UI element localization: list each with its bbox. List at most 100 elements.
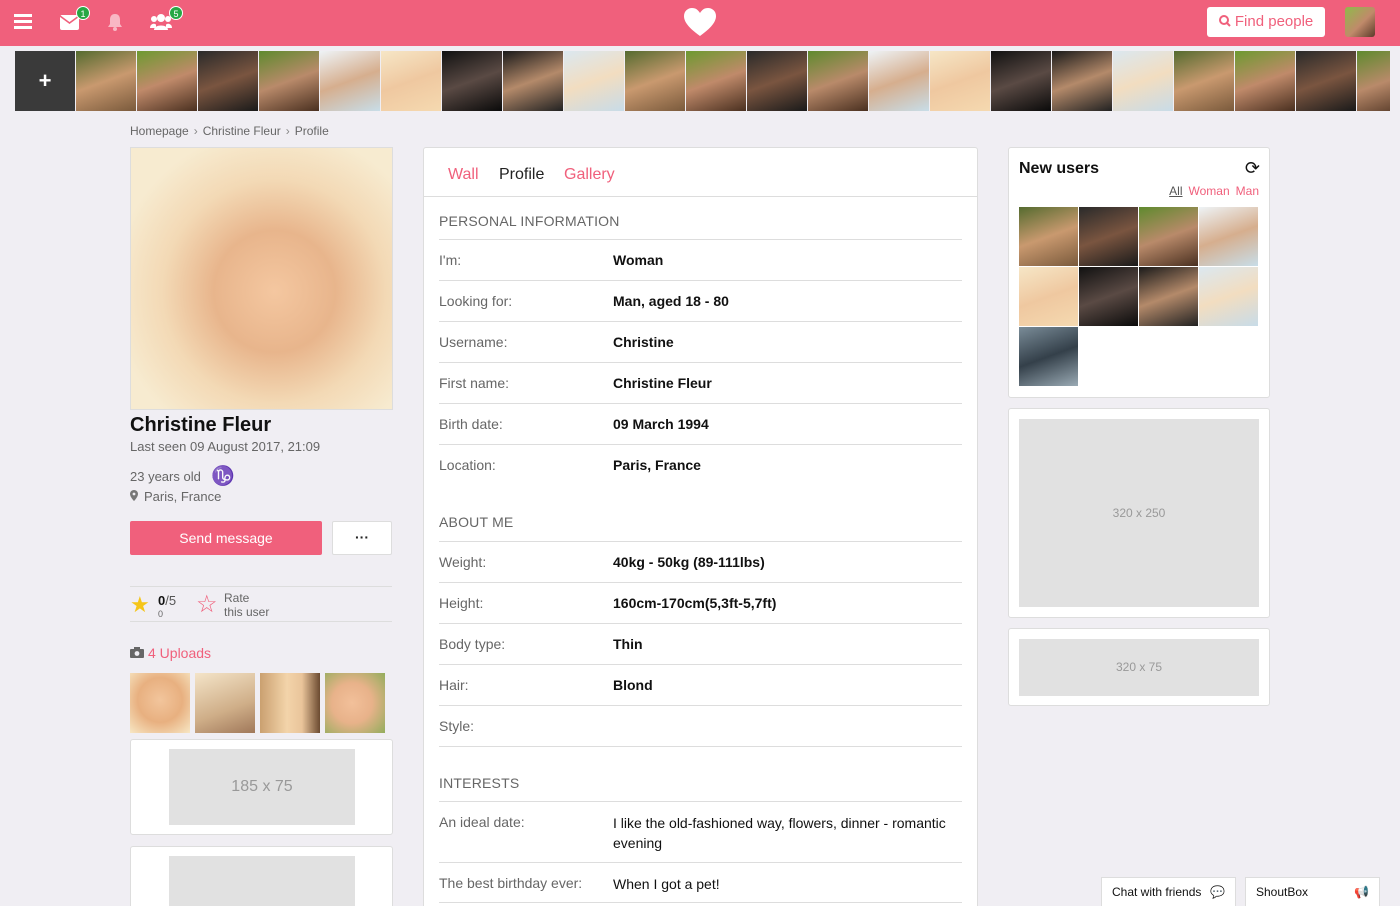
logo[interactable]: [684, 8, 716, 42]
strip-user-thumb[interactable]: [991, 51, 1051, 111]
filter-woman[interactable]: Woman: [1189, 184, 1230, 198]
bars-icon: [14, 14, 32, 29]
capricorn-icon: ♑: [211, 466, 235, 487]
profile-tabs: Wall Profile Gallery: [424, 148, 977, 197]
new-user-thumb[interactable]: [1139, 207, 1198, 266]
ad-placeholder: 185 x 75: [169, 749, 355, 825]
add-photo-button[interactable]: +: [15, 51, 75, 111]
strip-user-thumb[interactable]: [381, 51, 441, 111]
filter-man[interactable]: Man: [1236, 184, 1259, 198]
strip-user-thumb[interactable]: [259, 51, 319, 111]
strip-user-thumb[interactable]: [1296, 51, 1356, 111]
new-user-thumb[interactable]: [1199, 207, 1258, 266]
strip-user-thumb[interactable]: [1235, 51, 1295, 111]
notifications-button[interactable]: [107, 13, 123, 35]
tab-profile[interactable]: Profile: [499, 166, 544, 184]
star-filled-icon: ★: [130, 592, 150, 617]
chat-with-friends-tab[interactable]: Chat with friends 💬: [1101, 877, 1236, 906]
info-row: First name: Christine Fleur: [439, 362, 962, 403]
strip-user-thumb[interactable]: [625, 51, 685, 111]
menu-button[interactable]: [14, 13, 32, 33]
strip-user-thumb[interactable]: [1052, 51, 1112, 111]
strip-user-thumb[interactable]: [320, 51, 380, 111]
friends-button[interactable]: 5: [150, 6, 183, 34]
breadcrumb-home[interactable]: Homepage: [130, 124, 189, 138]
strip-user-thumb[interactable]: [1174, 51, 1234, 111]
info-row: An ideal date: I like the old-fashioned w…: [439, 801, 962, 862]
heart-icon: [684, 8, 716, 36]
ad-slot: 320 x 75: [1008, 628, 1270, 706]
rating-value: 0/5: [158, 593, 177, 608]
find-people-button[interactable]: Find people: [1207, 7, 1325, 37]
strip-user-thumb[interactable]: [686, 51, 746, 111]
strip-user-thumb[interactable]: [1113, 51, 1173, 111]
ad-placeholder: 320 x 75: [1019, 639, 1259, 696]
refresh-icon[interactable]: ⟳: [1245, 158, 1260, 179]
info-row: Hair: Blond: [439, 664, 962, 705]
info-row: Location: Paris, France: [439, 444, 962, 485]
ad-slot: 185 x 75: [130, 739, 393, 835]
uploads-link[interactable]: 4 Uploads: [130, 645, 211, 661]
new-users-filter: All Woman Man: [1163, 184, 1259, 198]
new-user-thumb[interactable]: [1019, 267, 1078, 326]
strip-user-thumb[interactable]: [198, 51, 258, 111]
new-users-widget: New users ⟳ All Woman Man: [1008, 147, 1270, 398]
messages-badge: 1: [76, 6, 90, 20]
shoutbox-label: ShoutBox: [1256, 885, 1309, 899]
info-row: Birth date: 09 March 1994: [439, 403, 962, 444]
info-row: Height: 160cm-170cm(5,3ft-5,7ft): [439, 582, 962, 623]
strip-user-thumb[interactable]: [808, 51, 868, 111]
rating-count: 0: [158, 609, 164, 619]
member-photo-strip: +: [15, 51, 1390, 111]
strip-user-thumb[interactable]: [747, 51, 807, 111]
upload-thumb[interactable]: [130, 673, 190, 733]
new-user-thumb[interactable]: [1019, 327, 1078, 386]
strip-user-thumb[interactable]: [442, 51, 502, 111]
info-row: The best birthday ever: When I got a pet!: [439, 862, 962, 903]
new-user-thumb[interactable]: [1139, 267, 1198, 326]
strip-user-thumb[interactable]: [76, 51, 136, 111]
search-icon: [1218, 15, 1231, 27]
camera-icon: [130, 645, 144, 661]
filter-all[interactable]: All: [1169, 184, 1182, 198]
upload-thumb[interactable]: [260, 673, 320, 733]
profile-location: Paris, France: [130, 489, 221, 504]
tab-gallery[interactable]: Gallery: [564, 166, 615, 184]
breadcrumb: Homepage › Christine Fleur › Profile: [130, 124, 329, 138]
my-avatar[interactable]: [1345, 7, 1375, 37]
tab-wall[interactable]: Wall: [448, 166, 479, 184]
comments-icon: 💬: [1210, 885, 1225, 899]
ad-placeholder: 320 x 250: [1019, 419, 1259, 607]
new-user-thumb[interactable]: [1199, 267, 1258, 326]
last-seen-text: Last seen 09 August 2017, 21:09: [130, 439, 321, 454]
ad-slot: [130, 846, 393, 906]
profile-main-photo[interactable]: [130, 147, 393, 410]
info-row: I'm: Woman: [439, 239, 962, 280]
strip-user-thumb[interactable]: [564, 51, 624, 111]
breadcrumb-user[interactable]: Christine Fleur: [203, 124, 281, 138]
age-text: 23 years old: [130, 469, 201, 484]
strip-user-thumb[interactable]: [137, 51, 197, 111]
new-user-thumb[interactable]: [1019, 207, 1078, 266]
send-message-button[interactable]: Send message: [130, 521, 322, 555]
strip-user-thumb[interactable]: [503, 51, 563, 111]
rating-row: ★ 0/5 0 ☆ Rate this user: [130, 586, 392, 622]
chevron-right-icon: ›: [285, 124, 290, 138]
strip-user-thumb[interactable]: [930, 51, 990, 111]
bell-icon: [108, 14, 122, 31]
strip-user-thumb[interactable]: [869, 51, 929, 111]
upload-thumb[interactable]: [195, 673, 255, 733]
shoutbox-tab[interactable]: ShoutBox 📢: [1245, 877, 1380, 906]
profile-name: Christine Fleur: [130, 414, 272, 436]
rate-user-link[interactable]: Rate this user: [224, 591, 269, 619]
new-user-thumb[interactable]: [1079, 207, 1138, 266]
upload-thumb[interactable]: [325, 673, 385, 733]
star-outline-icon[interactable]: ☆: [196, 593, 218, 617]
new-user-thumb[interactable]: [1079, 267, 1138, 326]
info-row: Weight: 40kg - 50kg (89-111lbs): [439, 541, 962, 582]
more-options-button[interactable]: ···: [332, 521, 392, 555]
strip-user-thumb[interactable]: [1357, 51, 1390, 111]
messages-button[interactable]: 1: [59, 6, 90, 34]
info-row: Style:: [439, 705, 962, 747]
location-label: Paris, France: [144, 489, 222, 504]
